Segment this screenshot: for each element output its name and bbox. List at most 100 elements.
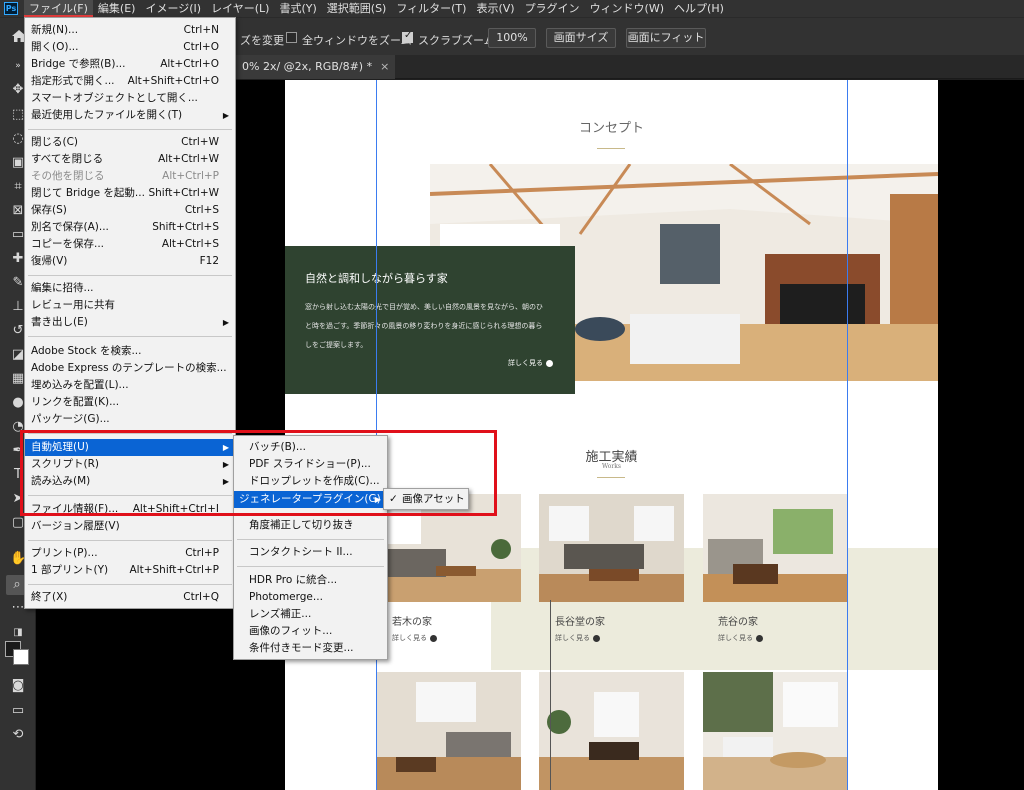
case-name-wakagi[interactable]: 若木の家 — [392, 613, 432, 628]
case-more-araya[interactable]: 詳しく見る — [718, 633, 763, 643]
menu-item-open-as[interactable]: 指定形式で開く... Alt+Shift+Ctrl+O — [25, 73, 235, 90]
concept-heading: 自然と調和しながら暮らす家 — [305, 270, 555, 286]
photoshop-logo-icon[interactable]: Ps — [4, 2, 18, 15]
submenu-arrow-icon: ▶ — [222, 318, 229, 327]
menu-item-revert[interactable]: 復帰(V) F12 — [25, 253, 235, 270]
layout-line — [550, 600, 551, 790]
menu-type[interactable]: 書式(Y) — [274, 0, 321, 17]
fit-screen-button[interactable]: 画面サイズ — [546, 28, 616, 48]
menu-item-crop-straighten[interactable]: 角度補正して切り抜き — [234, 517, 387, 534]
case-more-label: 詳しく見る — [392, 634, 427, 642]
menu-file[interactable]: ファイル(F) — [24, 0, 93, 17]
menu-view[interactable]: 表示(V) — [471, 0, 519, 17]
menu-item-close-others: その他を閉じる Alt+Ctrl+P — [31, 170, 219, 182]
case-photo-row2-2 — [539, 672, 684, 790]
concept-body-line-2: と時を過ごす。季節折々の風景の移り変わりを身近に感じられる理想の暮ら — [305, 322, 543, 330]
menu-item-lens-correction[interactable]: レンズ補正... — [234, 606, 387, 623]
menu-item-close[interactable]: 閉じる(C) Ctrl+W — [25, 134, 235, 151]
case-more-hasedo[interactable]: 詳しく見る — [555, 633, 600, 643]
menu-item-print-one-copy[interactable]: 1 部プリント(Y) Alt+Shift+Ctrl+P — [25, 562, 235, 579]
menu-item-fit-image[interactable]: 画像のフィット... — [234, 623, 387, 640]
annotation-highlight-box — [20, 430, 497, 516]
menu-item-place-linked[interactable]: リンクを配置(K)... — [25, 394, 235, 411]
menu-separator — [28, 275, 232, 276]
menu-edit[interactable]: 編集(E) — [93, 0, 141, 17]
submenu-arrow-icon: ▶ — [222, 111, 229, 120]
fill-screen-button[interactable]: 画面にフィット — [626, 28, 706, 48]
zoom-all-windows-label: 全ウィンドウをズーム — [302, 34, 412, 47]
menu-item-exit[interactable]: 終了(X) Ctrl+Q — [25, 589, 235, 606]
menu-item-save-as[interactable]: 別名で保存(A)... Shift+Ctrl+S — [25, 219, 235, 236]
concept-more-label: 詳しく見る — [508, 359, 543, 367]
document-tab[interactable]: 0% 2x/ @2x, RGB/8#) * × — [236, 55, 396, 79]
concept-text-block: 自然と調和しながら暮らす家 窓から射し込む太陽の光で目が覚め、美しい自然の風景を… — [285, 246, 575, 394]
menu-select[interactable]: 選択範囲(S) — [322, 0, 392, 17]
menu-item-open[interactable]: 開く(O)... Ctrl+O — [25, 39, 235, 56]
menu-item-place-embedded[interactable]: 埋め込みを配置(L)... — [25, 377, 235, 394]
menu-help[interactable]: ヘルプ(H) — [669, 0, 729, 17]
quick-mask-icon[interactable]: ◙ — [10, 678, 26, 694]
concept-more-link[interactable]: 詳しく見る — [508, 358, 553, 368]
arrow-circle-icon — [756, 634, 763, 642]
case-photo-row2-3 — [703, 672, 848, 790]
case-more-label: 詳しく見る — [555, 634, 590, 642]
menu-item-export[interactable]: 書き出し(E) ▶ — [25, 314, 235, 331]
menu-item-conditional-mode-change[interactable]: 条件付きモード変更... — [234, 640, 387, 657]
zoom-all-windows-checkbox[interactable] — [286, 32, 297, 43]
menu-item-package[interactable]: パッケージ(G)... — [25, 411, 235, 428]
menu-item-merge-hdr-pro[interactable]: HDR Pro に統合... — [234, 572, 387, 589]
menu-item-share-review[interactable]: レビュー用に共有 — [25, 297, 235, 314]
menu-bar: Ps ファイル(F) 編集(E) イメージ(I) レイヤー(L) 書式(Y) 選… — [0, 0, 1024, 17]
menu-separator — [28, 584, 232, 585]
resize-windows-label[interactable]: ズを変更 — [240, 32, 284, 48]
menu-separator — [28, 540, 232, 541]
scrubby-zoom-label: スクラブズーム — [418, 34, 495, 47]
concept-body-line-3: しをご提案します。 — [305, 341, 368, 349]
menu-separator — [28, 129, 232, 130]
menu-item-browse-bridge[interactable]: Bridge で参照(B)... Alt+Ctrl+O — [25, 56, 235, 73]
case-name-hasedo[interactable]: 長谷堂の家 — [555, 613, 605, 628]
file-menu: 新規(N)... Ctrl+N 開く(O)... Ctrl+O Bridge で参照… — [24, 17, 236, 609]
case-more-wakagi[interactable]: 詳しく見る — [392, 633, 437, 643]
menu-item-print[interactable]: プリント(P)... Ctrl+P — [25, 545, 235, 562]
arrow-circle-icon — [546, 359, 553, 367]
menu-item-version-history[interactable]: バージョン履歴(V) — [25, 518, 235, 535]
case-name-araya[interactable]: 荒谷の家 — [718, 613, 758, 628]
menu-item-contact-sheet[interactable]: コンタクトシート II... — [234, 544, 387, 561]
menu-image[interactable]: イメージ(I) — [140, 0, 206, 17]
menu-item-save[interactable]: 保存(S) Ctrl+S — [25, 202, 235, 219]
menu-separator — [28, 336, 232, 337]
menu-item-search-stock[interactable]: Adobe Stock を検索... — [25, 343, 235, 360]
concept-underline — [597, 148, 625, 149]
guide-line-right — [847, 80, 848, 790]
menu-layer[interactable]: レイヤー(L) — [206, 0, 274, 17]
share-icon[interactable]: ⟲ — [10, 727, 26, 743]
screen-mode-icon[interactable]: ▭ — [10, 703, 26, 719]
menu-item-photomerge[interactable]: Photomerge... — [234, 589, 387, 606]
menu-separator — [237, 566, 384, 567]
scrubby-zoom-checkbox[interactable] — [402, 30, 413, 43]
menu-filter[interactable]: フィルター(T) — [391, 0, 471, 17]
menu-item-close-go-bridge[interactable]: 閉じて Bridge を起動... Shift+Ctrl+W — [25, 185, 235, 202]
menu-item-new[interactable]: 新規(N)... Ctrl+N — [25, 22, 235, 39]
default-colors-icon[interactable]: ◨ — [10, 625, 26, 641]
menu-plugins[interactable]: プラグイン — [520, 0, 585, 17]
case-photo-hasedo — [539, 494, 684, 602]
works-underline — [597, 477, 625, 478]
menu-item-save-copy[interactable]: コピーを保存... Alt+Ctrl+S — [25, 236, 235, 253]
menu-item-open-recent[interactable]: 最近使用したファイルを開く(T) ▶ — [25, 107, 235, 124]
background-color-swatch[interactable] — [13, 649, 29, 665]
case-photo-row2-1 — [376, 672, 521, 790]
menu-separator — [237, 539, 384, 540]
document-tab-title: 0% 2x/ @2x, RGB/8#) * — [242, 60, 373, 73]
menu-item-close-all[interactable]: すべてを閉じる Alt+Ctrl+W — [25, 151, 235, 168]
menu-item-open-smart-object[interactable]: スマートオブジェクトとして開く... — [25, 90, 235, 107]
concept-title: コンセプト — [578, 121, 644, 136]
arrow-circle-icon — [593, 634, 600, 642]
menu-item-search-express-templates[interactable]: Adobe Express のテンプレートの検索... — [25, 360, 235, 377]
menu-window[interactable]: ウィンドウ(W) — [585, 0, 669, 17]
zoom-100-button[interactable]: 100% — [488, 28, 536, 48]
menu-item-invite-edit[interactable]: 編集に招待... — [25, 280, 235, 297]
case-more-label: 詳しく見る — [718, 634, 753, 642]
close-tab-icon[interactable]: × — [380, 60, 389, 73]
